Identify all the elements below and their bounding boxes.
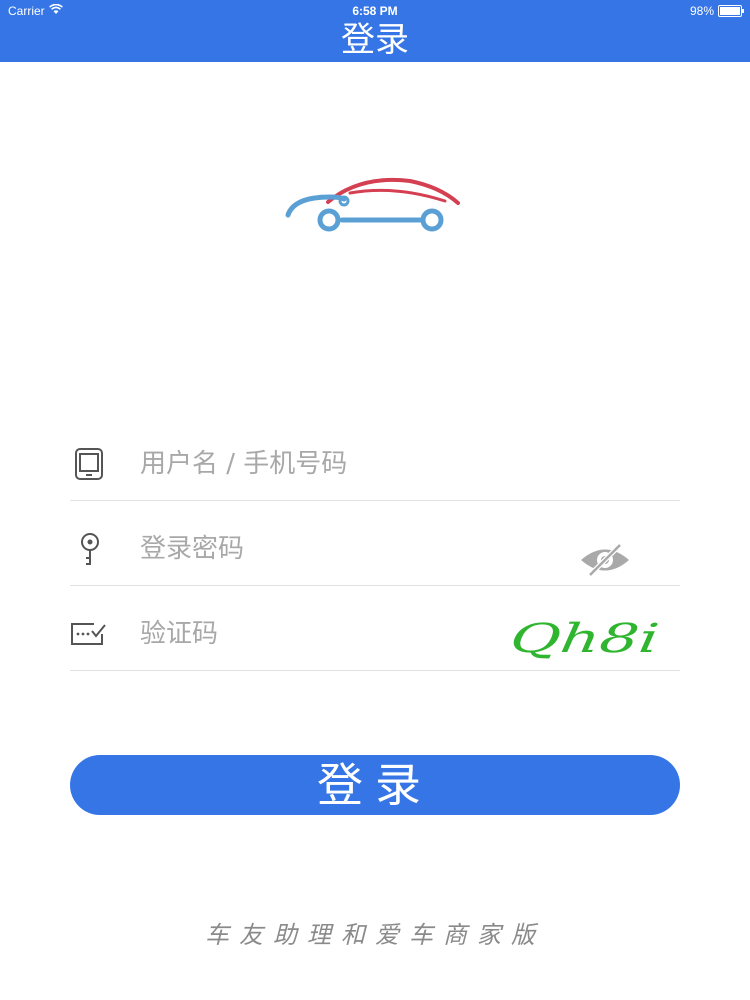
eye-hidden-icon[interactable] bbox=[578, 541, 632, 579]
phone-icon bbox=[70, 446, 106, 482]
password-input[interactable] bbox=[140, 529, 560, 569]
login-button[interactable]: 登录 bbox=[70, 755, 680, 815]
status-right: 98% bbox=[689, 4, 744, 18]
captcha-input[interactable] bbox=[140, 614, 560, 654]
key-icon bbox=[70, 531, 106, 567]
password-row bbox=[70, 501, 680, 586]
username-input[interactable] bbox=[140, 444, 560, 484]
battery-fill bbox=[720, 7, 740, 15]
captcha-text: Qh8i bbox=[510, 616, 662, 662]
captcha-row: Qh8i bbox=[70, 586, 680, 671]
verify-icon bbox=[70, 616, 106, 652]
footer-text: 车友助理和爱车商家版 bbox=[205, 921, 545, 949]
battery-icon bbox=[718, 5, 744, 17]
status-time: 6:58 PM bbox=[352, 4, 398, 18]
captcha-image[interactable]: Qh8i bbox=[507, 614, 670, 664]
page-title: 登录 bbox=[341, 20, 409, 60]
car-logo bbox=[280, 175, 465, 245]
username-row bbox=[70, 416, 680, 501]
battery-percent: 98% bbox=[689, 4, 714, 18]
nav-bar: 登录 bbox=[0, 20, 750, 62]
